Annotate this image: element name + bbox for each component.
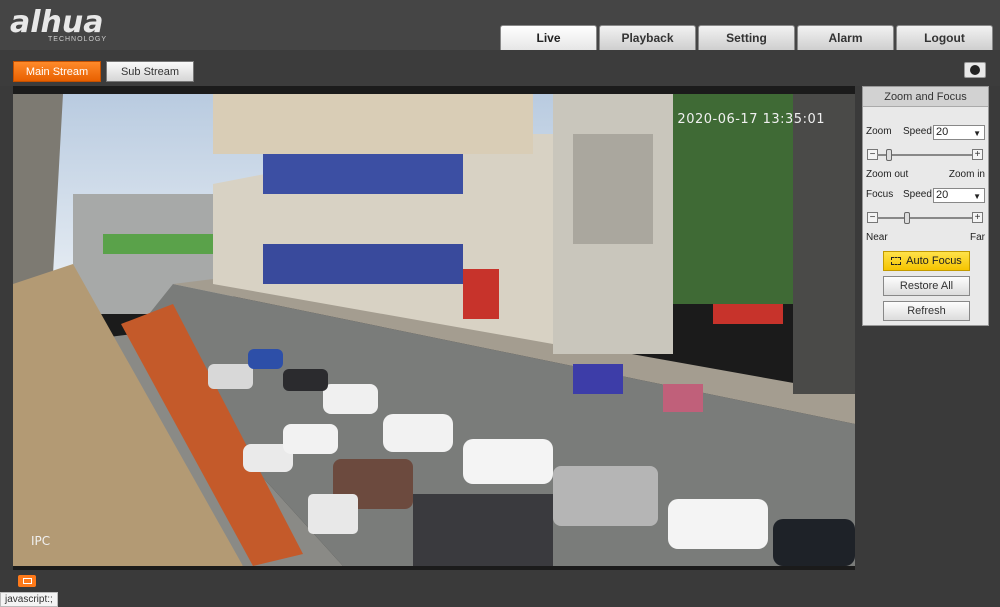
refresh-button[interactable]: Refresh — [883, 301, 970, 321]
auto-focus-button[interactable]: Auto Focus — [883, 251, 970, 271]
far-label: Far — [970, 232, 985, 243]
brand-tagline: TECHNOLOGY — [48, 36, 108, 43]
zoom-slider[interactable]: − + — [867, 149, 983, 161]
snapshot-button[interactable] — [964, 62, 986, 78]
focus-far-button[interactable]: + — [972, 212, 983, 223]
video-control-bar — [13, 570, 855, 592]
tab-live[interactable]: Live — [500, 25, 597, 50]
zoom-in-button[interactable]: + — [972, 149, 983, 160]
focus-speed-label: Speed — [903, 189, 932, 200]
zoom-speed-label: Speed — [903, 126, 932, 137]
sub-stream-button[interactable]: Sub Stream — [106, 61, 194, 82]
browser-status-bar: javascript:; — [0, 592, 58, 607]
zoom-out-label: Zoom out — [866, 169, 909, 180]
zoom-label: Zoom — [866, 126, 892, 137]
auto-focus-label: Auto Focus — [906, 255, 962, 267]
focus-slider-thumb[interactable] — [904, 212, 910, 224]
tab-logout[interactable]: Logout — [896, 25, 993, 50]
focus-label: Focus — [866, 189, 894, 200]
chevron-down-icon: ▼ — [973, 129, 981, 138]
brand-name: alhua — [10, 5, 104, 40]
stream-toolbar: Main Stream Sub Stream — [0, 50, 1000, 86]
fullscreen-icon — [22, 578, 32, 584]
zoom-speed-select[interactable]: 20 ▼ — [933, 125, 985, 140]
focus-slider[interactable]: − + — [867, 212, 983, 224]
chevron-down-icon: ▼ — [973, 192, 981, 201]
panel-title: Zoom and Focus — [863, 87, 988, 107]
zoom-speed-value: 20 — [936, 126, 949, 138]
brand-logo: alhua TECHNOLOGY — [10, 5, 108, 44]
camera-scene — [13, 94, 855, 566]
main-nav: Live Playback Setting Alarm Logout — [500, 25, 993, 50]
osd-timestamp: 2020-06-17 13:35:01 — [677, 112, 825, 127]
zoom-in-label: Zoom in — [948, 169, 985, 180]
near-label: Near — [866, 232, 888, 243]
focus-speed-value: 20 — [936, 189, 949, 201]
focus-speed-select[interactable]: 20 ▼ — [933, 188, 985, 203]
osd-channel-name: IPC — [31, 534, 51, 548]
zoom-slider-thumb[interactable] — [886, 149, 892, 161]
tab-playback[interactable]: Playback — [599, 25, 696, 50]
tab-setting[interactable]: Setting — [698, 25, 795, 50]
focus-frame-icon — [891, 257, 902, 265]
camera-icon — [970, 65, 980, 75]
restore-all-button[interactable]: Restore All — [883, 276, 970, 296]
focus-slider-track — [877, 217, 973, 219]
fullscreen-button[interactable] — [18, 575, 36, 587]
live-video-view[interactable]: 2020-06-17 13:35:01 IPC — [13, 86, 855, 570]
tab-alarm[interactable]: Alarm — [797, 25, 894, 50]
zoom-focus-panel: Zoom and Focus Zoom Speed 20 ▼ − + Zoom … — [862, 86, 989, 326]
main-stream-button[interactable]: Main Stream — [13, 61, 101, 82]
app-header: alhua TECHNOLOGY Live Playback Setting A… — [0, 0, 1000, 50]
